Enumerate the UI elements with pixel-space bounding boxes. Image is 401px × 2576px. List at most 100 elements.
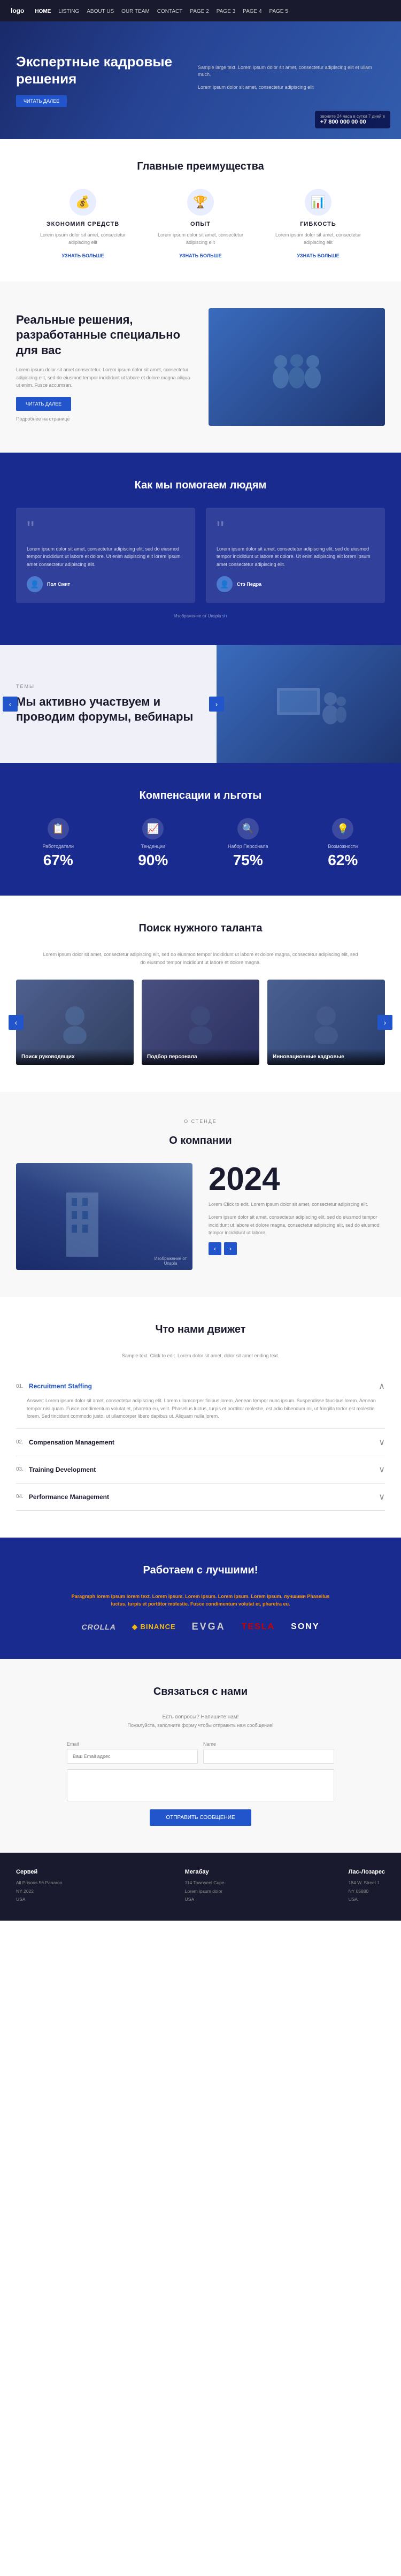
author-name-0: Пол Смит bbox=[47, 582, 70, 587]
logo: logo bbox=[11, 7, 24, 14]
footer-line-1-0: 114 Townseel Cupe- bbox=[185, 1879, 226, 1887]
advantages-title: Главные преимущества bbox=[16, 160, 385, 173]
partners-section: Работаем с лучшими! Paragraph lorem ipsu… bbox=[0, 1538, 401, 1660]
faq-toggle-1[interactable]: ∨ bbox=[379, 1437, 385, 1448]
faq-question-1[interactable]: 02. Compensation Management ∨ bbox=[16, 1437, 385, 1448]
stat-icon-3: 💡 bbox=[332, 818, 353, 839]
partners-logos: CROLLA ◆ BINANCE EVGA TESLA SONY bbox=[16, 1621, 385, 1632]
nav-listing[interactable]: LISTING bbox=[58, 9, 79, 14]
nav-about[interactable]: ABOUT US bbox=[87, 9, 114, 14]
how-help-footer-link[interactable]: sh bbox=[222, 614, 227, 618]
forums-section: ‹ ТЕМЫ Мы активно участвуем и проводим ф… bbox=[0, 645, 401, 763]
about-img-caption: Изображение от Unspla bbox=[149, 1252, 192, 1270]
stat-item-3: 💡 Возможности 62% bbox=[301, 818, 385, 869]
faq-toggle-3[interactable]: ∨ bbox=[379, 1492, 385, 1502]
nav-contact[interactable]: CONTACT bbox=[157, 9, 183, 14]
faq-title-0: Recruitment Staffing bbox=[29, 1382, 379, 1390]
nav-page4[interactable]: PAGE 4 bbox=[243, 9, 261, 14]
advantage-text-1: Lorem ipsum dolor sit amet, consectetur … bbox=[152, 232, 249, 246]
how-help-section: Как мы помогаем людям " Lorem ipsum dolo… bbox=[0, 453, 401, 645]
talent-subtitle: Lorem ipsum dolor sit amet, consectetur … bbox=[40, 951, 361, 966]
footer: Сервей All Prisons 56 Panaroo NY 2022 US… bbox=[0, 1853, 401, 1921]
about-text-2: Lorem ipsum dolor sit amet, consectetur … bbox=[209, 1213, 385, 1236]
submit-button[interactable]: ОТПРАВИТЬ СООБЩЕНИЕ bbox=[150, 1809, 251, 1826]
footer-col-title-1: Мегабау bbox=[185, 1869, 226, 1875]
faq-number-3: 04. bbox=[16, 1494, 24, 1500]
about-next-button[interactable]: › bbox=[224, 1242, 237, 1255]
testimonial-author-1: 👤 Стэ Педра bbox=[217, 576, 374, 592]
nav-home[interactable]: HOME bbox=[35, 9, 51, 14]
how-help-title: Как мы помогаем людям bbox=[16, 479, 385, 492]
faq-item-3: 04. Performance Management ∨ bbox=[16, 1484, 385, 1511]
footer-col-1: Мегабау 114 Townseel Cupe- Lorem ipsum d… bbox=[185, 1869, 226, 1905]
contact-note: Пожалуйста, заполните форму чтобы отправ… bbox=[16, 1723, 385, 1728]
partners-title: Работаем с лучшими! bbox=[16, 1564, 385, 1577]
stat-value-3: 62% bbox=[301, 852, 385, 869]
talent-card-2: Инновационные кадровые bbox=[267, 980, 385, 1065]
forums-title: Мы активно участвуем и проводим форумы, … bbox=[16, 694, 200, 725]
advantage-icon-0: 💰 bbox=[70, 189, 96, 216]
footer-line-0-0: All Prisons 56 Panaroo bbox=[16, 1879, 62, 1887]
message-textarea[interactable] bbox=[67, 1769, 334, 1801]
contact-form: Email Name ОТПРАВИТЬ СООБЩЕНИЕ bbox=[67, 1741, 334, 1826]
faq-number-2: 03. bbox=[16, 1466, 24, 1472]
name-input[interactable] bbox=[203, 1749, 334, 1764]
nav-page3[interactable]: PAGE 3 bbox=[217, 9, 235, 14]
forums-next-button[interactable]: › bbox=[209, 697, 224, 712]
footer-line-0-1: NY 2022 bbox=[16, 1888, 62, 1895]
partners-text-highlight: лучшими bbox=[284, 1594, 306, 1599]
footer-line-2-1: NY 05880 bbox=[349, 1888, 385, 1895]
email-input[interactable] bbox=[67, 1749, 198, 1764]
testimonial-1: " Lorem ipsum dolor sit amet, consectetu… bbox=[206, 508, 385, 603]
faq-item-0: 01. Recruitment Staffing ∧ Answer: Lorem… bbox=[16, 1373, 385, 1428]
real-solutions-button[interactable]: ЧИТАТЬ ДАЛЕЕ bbox=[16, 397, 71, 411]
faq-question-0[interactable]: 01. Recruitment Staffing ∧ bbox=[16, 1381, 385, 1392]
form-group-email: Email bbox=[67, 1741, 198, 1764]
nav-team[interactable]: OUR TEAM bbox=[121, 9, 150, 14]
footer-line-2-2: USA bbox=[349, 1896, 385, 1904]
footer-col-text-2: 184 W. Street 1 NY 05880 USA bbox=[349, 1879, 385, 1904]
hero-right: Sample large text. Lorem ipsum dolor sit… bbox=[187, 64, 385, 97]
stat-label-1: Тенденции bbox=[111, 844, 196, 849]
forums-image bbox=[217, 645, 401, 763]
testimonial-0: " Lorem ipsum dolor sit amet, consectetu… bbox=[16, 508, 195, 603]
hero-cta-button[interactable]: ЧИТАТЬ ДАЛЕЕ bbox=[16, 95, 67, 107]
faq-toggle-0[interactable]: ∧ bbox=[379, 1381, 385, 1392]
quote-mark-1: " bbox=[217, 518, 374, 540]
advantage-link-0[interactable]: УЗНАТЬ БОЛЬШЕ bbox=[61, 253, 104, 258]
form-group-name: Name bbox=[203, 1741, 334, 1764]
talent-next-button[interactable]: › bbox=[377, 1015, 392, 1030]
faq-answer-0: Answer: Lorem ipsum dolor sit amet, cons… bbox=[16, 1397, 385, 1420]
footer-col-title-0: Сервей bbox=[16, 1869, 62, 1875]
navbar: logo HOME LISTING ABOUT US OUR TEAM CONT… bbox=[0, 0, 401, 21]
footer-col-0: Сервей All Prisons 56 Panaroo NY 2022 US… bbox=[16, 1869, 62, 1905]
stat-item-0: 📋 Работодатели 67% bbox=[16, 818, 101, 869]
nav-page5[interactable]: PAGE 5 bbox=[269, 9, 288, 14]
talent-prev-button[interactable]: ‹ bbox=[9, 1015, 24, 1030]
testimonial-text-0: Lorem ipsum dolor sit amet, consectetur … bbox=[27, 545, 184, 568]
faq-question-3[interactable]: 04. Performance Management ∨ bbox=[16, 1492, 385, 1502]
nav-page2[interactable]: PAGE 2 bbox=[190, 9, 209, 14]
stat-item-1: 📈 Тенденции 90% bbox=[111, 818, 196, 869]
advantage-link-1[interactable]: УЗНАТЬ БОЛЬШЕ bbox=[179, 253, 221, 258]
advantages-section: Главные преимущества 💰 ЭКОНОМИЯ СРЕДСТВ … bbox=[0, 139, 401, 281]
faq-item-2: 03. Training Development ∨ bbox=[16, 1456, 385, 1484]
advantage-title-1: ОПЫТ bbox=[152, 221, 249, 227]
faq-question-2[interactable]: 03. Training Development ∨ bbox=[16, 1464, 385, 1475]
talent-card-title-2: Инновационные кадровые bbox=[273, 1054, 380, 1060]
faq-toggle-2[interactable]: ∨ bbox=[379, 1464, 385, 1475]
advantage-title-2: ГИБКОСТЬ bbox=[270, 221, 366, 227]
advantage-link-2[interactable]: УЗНАТЬ БОЛЬШЕ bbox=[297, 253, 339, 258]
real-solutions-right bbox=[209, 308, 385, 426]
forums-prev-button[interactable]: ‹ bbox=[3, 697, 18, 712]
compensation-title: Компенсации и льготы bbox=[16, 790, 385, 802]
about-label: О СТЕНДЕ bbox=[16, 1119, 385, 1124]
advantage-text-2: Lorem ipsum dolor sit amet, consectetur … bbox=[270, 232, 366, 246]
footer-col-title-2: Лас-Лозарес bbox=[349, 1869, 385, 1875]
about-prev-button[interactable]: ‹ bbox=[209, 1242, 221, 1255]
contact-subtitle: Есть вопросы? Напишите нам! bbox=[16, 1714, 385, 1720]
faq-number-0: 01. bbox=[16, 1383, 24, 1389]
about-text-1: Lorem Click to edit. Lorem ipsum dolor s… bbox=[209, 1201, 385, 1208]
stat-icon-1: 📈 bbox=[142, 818, 164, 839]
about-image: Изображение от Unspla bbox=[16, 1163, 192, 1270]
